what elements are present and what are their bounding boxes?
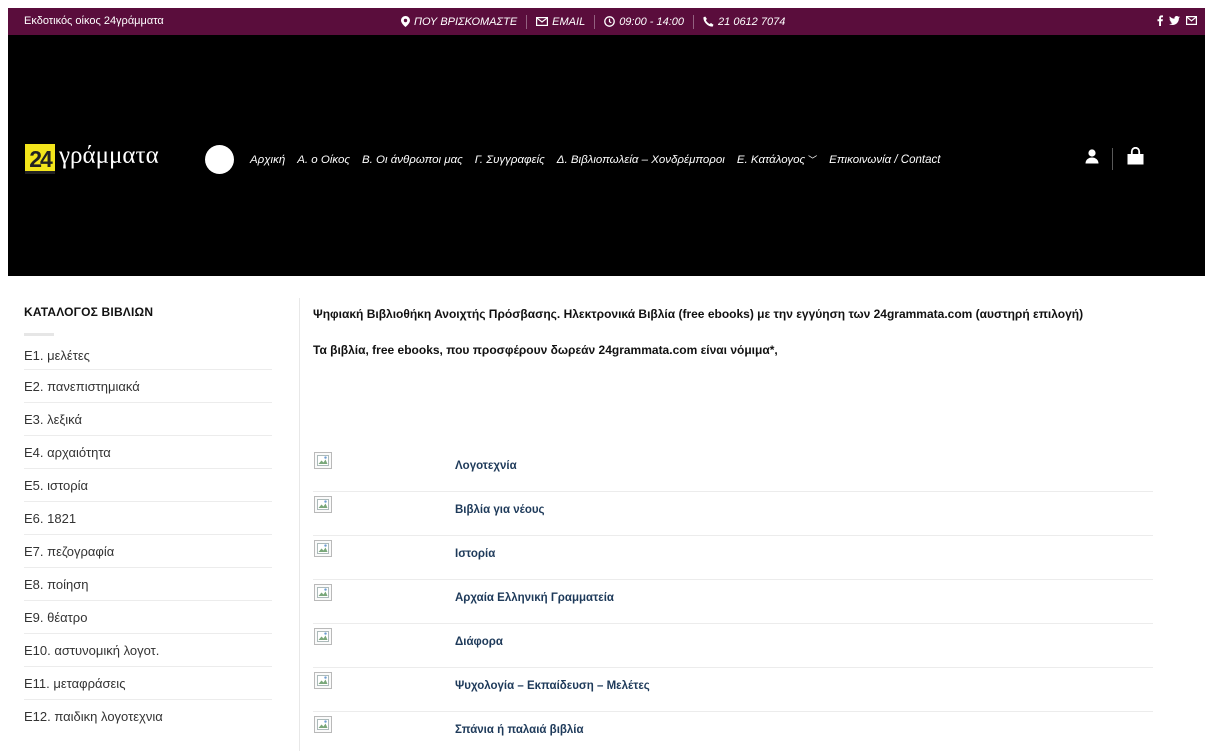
nav-item-home[interactable]: Αρχική <box>250 153 285 166</box>
broken-image-icon[interactable] <box>314 496 332 513</box>
category-link[interactable]: Ψυχολογία – Εκπαίδευση – Μελέτες <box>455 680 650 692</box>
main-content: Ψηφιακή Βιβλιοθήκη Ανοιχτής Πρόσβασης. Η… <box>313 303 1153 357</box>
main-nav: Αρχική Α. ο Οίκος Β. Οι άνθρωποι μας Γ. … <box>250 153 952 166</box>
broken-image-icon[interactable] <box>314 540 332 557</box>
chevron-down-icon: ﹀ <box>808 155 818 165</box>
broken-image-icon[interactable] <box>314 452 332 469</box>
column-divider <box>299 298 300 751</box>
header-icons <box>1085 146 1144 170</box>
catalog-sidebar: ΚΑΤΑΛΟΓΟΣ ΒΙΒΛΙΩΝ Ε1. μελέτες Ε2. πανεπι… <box>24 297 272 733</box>
sidebar-item[interactable]: Ε4. αρχαιότητα <box>24 436 272 469</box>
logo-number: 24 <box>25 144 55 174</box>
nav-label: Γ. Συγγραφείς <box>474 153 545 166</box>
sidebar-item[interactable]: Ε8. ποίηση <box>24 568 272 601</box>
nav-item-house[interactable]: Α. ο Οίκος <box>297 153 350 166</box>
location-link[interactable]: ΠΟΥ ΒΡΙΣΚΟΜΑΣΤΕ <box>401 8 526 35</box>
circle-shape <box>205 145 234 174</box>
nav-label: Α. ο Οίκος <box>297 153 350 166</box>
sidebar-title: ΚΑΤΑΛΟΓΟΣ ΒΙΒΛΙΩΝ <box>24 305 154 319</box>
email-link[interactable]: EMAIL <box>527 8 594 35</box>
twitter-icon[interactable] <box>1169 15 1180 28</box>
category-link[interactable]: Βιβλία για νέους <box>455 504 545 516</box>
top-bar: Εκδοτικός οίκος 24γράμματα ΠΟΥ ΒΡΙΣΚΟΜΑΣ… <box>8 8 1205 35</box>
nav-label: Επικοινωνία / Contact <box>829 153 941 166</box>
company-name: Εκδοτικός οίκος 24γράμματα <box>24 15 164 27</box>
sidebar-item[interactable]: Ε7. πεζογραφία <box>24 535 272 568</box>
category-link[interactable]: Αρχαία Ελληνική Γραμματεία <box>455 592 614 604</box>
nav-label: Ε. Κατάλογος <box>736 153 806 166</box>
sidebar-item[interactable]: Ε5. ιστορία <box>24 469 272 502</box>
clock-icon <box>604 16 616 27</box>
sidebar-item[interactable]: Ε1. μελέτες <box>24 348 272 370</box>
catalog-list: Ε1. μελέτες Ε2. πανεπιστημιακά Ε3. λεξικ… <box>24 348 272 733</box>
sidebar-item[interactable]: Ε11. μεταφράσεις <box>24 667 272 700</box>
category-row: Αρχαία Ελληνική Γραμματεία <box>313 580 1153 624</box>
contact-info: ΠΟΥ ΒΡΙΣΚΟΜΑΣΤΕ EMAIL 09:00 - 14:00 21 0… <box>401 8 794 35</box>
broken-image-icon[interactable] <box>314 672 332 689</box>
category-link[interactable]: Λογοτεχνία <box>455 460 517 472</box>
intro-text: Ψηφιακή Βιβλιοθήκη Ανοιχτής Πρόσβασης. Η… <box>313 307 1084 321</box>
facebook-icon[interactable] <box>1157 14 1163 29</box>
category-row: Λογοτεχνία <box>313 448 1153 492</box>
nav-item-authors[interactable]: Γ. Συγγραφείς <box>475 153 545 166</box>
social-links <box>1157 8 1198 35</box>
sidebar-item[interactable]: Ε3. λεξικά <box>24 403 272 436</box>
user-icon[interactable] <box>1085 148 1099 169</box>
category-row: Ιστορία <box>313 536 1153 580</box>
category-list: Λογοτεχνία Βιβλία για νέους Ιστορία Αρχα… <box>313 448 1153 751</box>
sidebar-item[interactable]: Ε6. 1821 <box>24 502 272 535</box>
opening-hours: 09:00 - 14:00 <box>595 8 693 35</box>
nav-item-bookstores[interactable]: Δ. Βιβλιοπωλεία – Χονδρέμποροι <box>557 153 725 166</box>
sidebar-item[interactable]: Ε2. πανεπιστημιακά <box>24 370 272 403</box>
broken-image-icon[interactable] <box>314 628 332 645</box>
category-link[interactable]: Ιστορία <box>455 548 495 560</box>
nav-item-catalog[interactable]: Ε. Κατάλογος ﹀ <box>737 153 817 166</box>
cart-icon[interactable] <box>1127 146 1144 170</box>
map-pin-icon <box>401 16 410 27</box>
logo-text: γράμματα <box>59 142 159 169</box>
category-row: Βιβλία για νέους <box>313 492 1153 536</box>
location-label: ΠΟΥ ΒΡΙΣΚΟΜΑΣΤΕ <box>414 15 518 28</box>
category-row: Διάφορα <box>313 624 1153 668</box>
phone-link[interactable]: 21 0612 7074 <box>694 8 794 35</box>
divider <box>1112 147 1113 170</box>
envelope-icon[interactable] <box>1186 15 1198 28</box>
nav-label: Β. Οι άνθρωποι μας <box>361 153 463 166</box>
hours-label: 09:00 - 14:00 <box>619 15 685 28</box>
nav-item-people[interactable]: Β. Οι άνθρωποι μας <box>362 153 463 166</box>
nav-item-contact[interactable]: Επικοινωνία / Contact <box>829 153 940 166</box>
category-row: Ψυχολογία – Εκπαίδευση – Μελέτες <box>313 668 1153 712</box>
site-logo[interactable]: 24 γράμματα <box>25 142 185 176</box>
sidebar-item[interactable]: Ε12. παιδικη λογοτεχνια <box>24 700 272 733</box>
nav-label: Αρχική <box>250 153 286 166</box>
broken-image-icon[interactable] <box>314 716 332 733</box>
category-row: Σπάνια ή παλαιά βιβλία <box>313 712 1153 751</box>
category-link[interactable]: Σπάνια ή παλαιά βιβλία <box>455 724 584 736</box>
title-underline <box>24 333 54 336</box>
legal-note: Τα βιβλία, free ebooks, που προσφέρουν δ… <box>313 343 778 357</box>
phone-icon <box>703 16 714 27</box>
nav-label: Δ. Βιβλιοπωλεία – Χονδρέμποροι <box>556 153 725 166</box>
email-label: EMAIL <box>552 15 586 28</box>
envelope-icon <box>536 17 549 26</box>
sidebar-item[interactable]: Ε10. αστυνομική λογοτ. <box>24 634 272 667</box>
category-link[interactable]: Διάφορα <box>455 636 503 648</box>
site-header: 24 γράμματα Αρχική Α. ο Οίκος Β. Οι άνθρ… <box>8 35 1205 276</box>
broken-image-icon[interactable] <box>314 584 332 601</box>
sidebar-item[interactable]: Ε9. θέατρο <box>24 601 272 634</box>
phone-label: 21 0612 7074 <box>718 15 786 28</box>
